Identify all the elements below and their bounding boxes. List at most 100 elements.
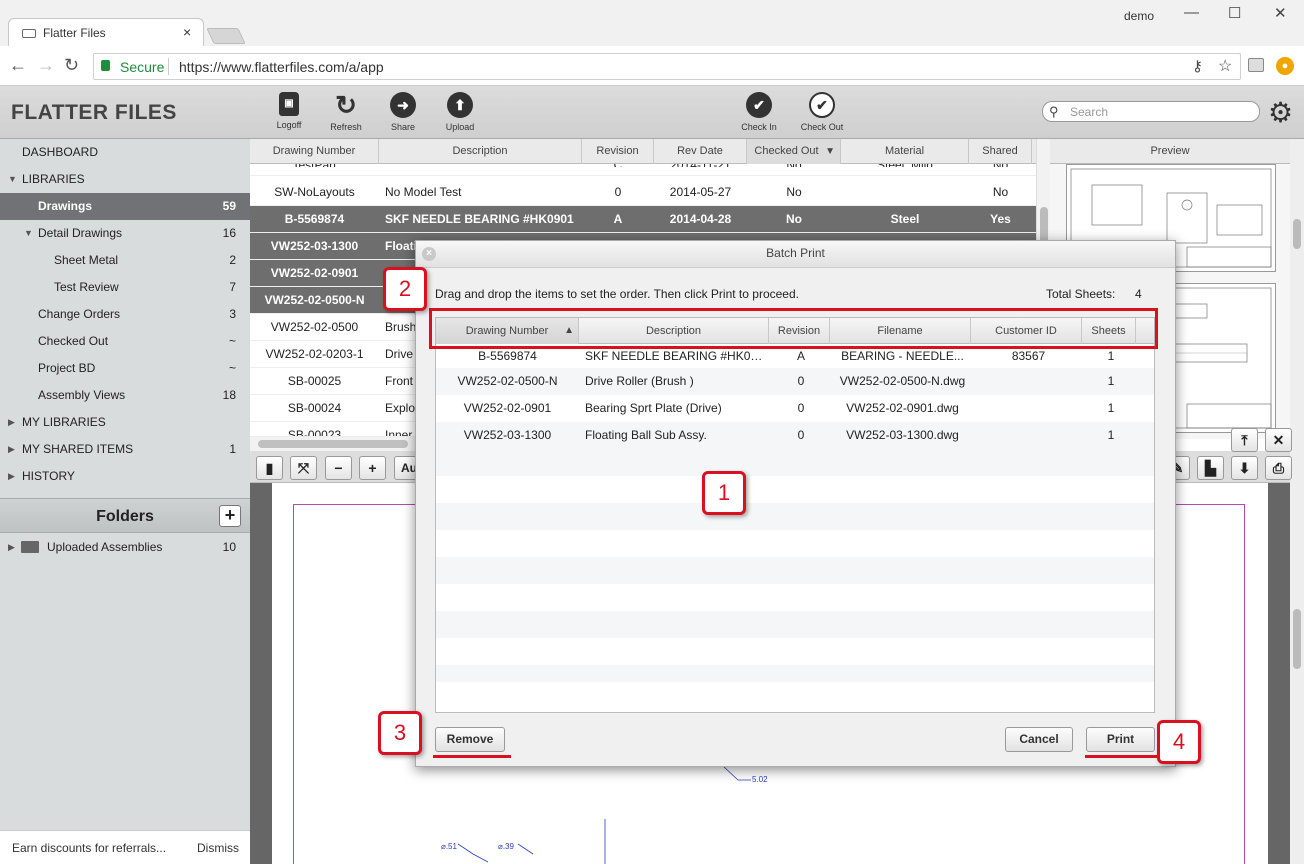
new-tab-button[interactable] <box>206 28 246 44</box>
dimension-label: ⌀.39 <box>498 842 514 851</box>
sidebar-item-libraries[interactable]: ▼ LIBRARIES <box>0 166 250 193</box>
maximize-icon[interactable]: ☐ <box>1228 4 1241 22</box>
url-text[interactable]: https://www.flatterfiles.com/a/app <box>179 59 384 75</box>
sidebar-item-drawings[interactable]: Drawings 59 <box>0 193 250 220</box>
collapse-top-button[interactable]: ⤒ <box>1231 428 1258 452</box>
scroll-thumb[interactable] <box>258 440 408 448</box>
column-header-revision[interactable]: Revision <box>582 139 654 164</box>
column-header-drawing-number[interactable]: Drawing Number <box>250 139 379 164</box>
cell-drawing-number: SB-00025 <box>287 374 342 388</box>
empty-row <box>436 449 1154 476</box>
cancel-button[interactable]: Cancel <box>1005 727 1073 752</box>
cell-drawing-number: VW252-03-1300 <box>463 428 552 442</box>
sidebar-item-detail-drawings[interactable]: ▼ Detail Drawings 16 <box>0 220 250 247</box>
sidebar-item-assembly-views[interactable]: Assembly Views 18 <box>0 382 250 409</box>
table-row[interactable]: SW-NoLayouts No Model Test 0 2014-05-27 No No <box>250 179 1036 206</box>
forward-icon[interactable]: → <box>37 55 55 76</box>
document-button[interactable]: ▙ <box>1197 456 1224 480</box>
extension-icon[interactable]: ● <box>1276 57 1294 75</box>
chevron-right-icon[interactable]: ▶ <box>8 463 15 490</box>
chevron-right-icon[interactable]: ▶ <box>8 409 15 436</box>
column-header-material[interactable]: Material <box>841 139 969 164</box>
sidebar-item-project-bd[interactable]: Project BD ~ <box>0 355 250 382</box>
sidebar-item-label: MY LIBRARIES <box>22 415 106 429</box>
scroll-thumb[interactable] <box>1293 609 1301 669</box>
sidebar-item-history[interactable]: ▶ HISTORY <box>0 463 250 490</box>
sidebar-item-label: DASHBOARD <box>22 145 99 159</box>
batch-row[interactable]: VW252-02-0500-N Drive Roller (Brush ) 0 VW2… <box>436 368 1154 395</box>
gear-icon[interactable]: ⚙ <box>1268 96 1293 129</box>
referral-link[interactable]: Earn discounts for referrals... <box>12 841 166 855</box>
column-header-shared[interactable]: Shared <box>969 139 1032 164</box>
dimension-label: 5.02 <box>752 775 768 784</box>
close-viewer-button[interactable]: ✕ <box>1265 428 1292 452</box>
chevron-down-icon[interactable]: ▼ <box>24 220 33 247</box>
close-icon[interactable]: × <box>422 247 436 261</box>
preview-scrollbar[interactable] <box>1290 139 1304 864</box>
address-bar[interactable]: Secure https://www.flatterfiles.com/a/ap… <box>93 53 1241 80</box>
download-button[interactable]: ⬇ <box>1231 456 1258 480</box>
check-out-button[interactable]: ✔ Check Out <box>792 92 852 132</box>
app-logo: FLATTER FILES <box>11 101 177 124</box>
search-input[interactable]: ⚲ Search <box>1042 101 1260 122</box>
upload-button[interactable]: ⬆ Upload <box>430 92 490 132</box>
star-icon[interactable]: ☆ <box>1218 56 1232 76</box>
sidebar-item-test-review[interactable]: Test Review 7 <box>0 274 250 301</box>
cell-revision: A <box>613 212 623 226</box>
column-header-description[interactable]: Description <box>379 139 582 164</box>
chevron-right-icon[interactable]: ▶ <box>8 436 15 463</box>
browser-tab[interactable]: Flatter Files × <box>8 18 204 47</box>
sidebar-item-checked-out[interactable]: Checked Out ~ <box>0 328 250 355</box>
dismiss-link[interactable]: Dismiss <box>197 841 239 855</box>
chevron-right-icon[interactable]: ▶ <box>8 534 15 561</box>
cell-sheets: 1 <box>1107 401 1115 415</box>
folder-item-count: 10 <box>222 540 236 554</box>
batch-row[interactable]: VW252-03-1300 Floating Ball Sub Assy. 0 VW2… <box>436 422 1154 449</box>
table-row[interactable]: B-5569874 SKF NEEDLE BEARING #HK0901 A 2014… <box>250 206 1036 233</box>
cell-description: SKF NEEDLE BEARING #HK0901 <box>385 212 574 226</box>
sidebar-item-my-libraries[interactable]: ▶ MY LIBRARIES <box>0 409 250 436</box>
remove-button[interactable]: Remove <box>435 727 505 752</box>
page-favicon-icon <box>22 29 36 38</box>
close-window-icon[interactable]: ✕ <box>1274 4 1287 22</box>
filter-icon[interactable]: ▼ <box>825 139 835 164</box>
share-button[interactable]: ➜ Share <box>373 92 433 132</box>
sidebar-item-dashboard[interactable]: DASHBOARD <box>0 139 250 166</box>
secure-label: Secure <box>120 59 165 75</box>
batch-row[interactable]: VW252-02-0901 Bearing Sprt Plate (Drive) 0… <box>436 395 1154 422</box>
refresh-button[interactable]: ↻ Refresh <box>316 92 376 132</box>
profile-name[interactable]: demo <box>1124 9 1154 23</box>
print-button[interactable]: Print <box>1086 727 1155 752</box>
check-in-button[interactable]: ✔ Check In <box>729 92 789 132</box>
column-header-rev-date[interactable]: Rev Date <box>654 139 747 164</box>
fit-screen-button[interactable]: ⤧ <box>290 456 317 480</box>
logoff-button[interactable]: ▣ Logoff <box>259 92 319 130</box>
chevron-down-icon[interactable]: ▼ <box>8 166 17 193</box>
sidebar-item-count: 18 <box>222 388 236 402</box>
table-row[interactable]: TestPartC2014-11-21NoSteel, MildNo <box>250 164 1036 176</box>
print-icon-button[interactable]: ⎙ <box>1265 456 1292 480</box>
key-icon[interactable]: ⚷ <box>1192 57 1203 75</box>
minus-icon: − <box>334 460 343 476</box>
scroll-thumb[interactable] <box>1293 219 1301 249</box>
zoom-in-button[interactable]: + <box>359 456 386 480</box>
minimize-icon[interactable]: — <box>1184 4 1199 21</box>
tab-close-icon[interactable]: × <box>183 24 191 40</box>
cell-material: Steel, Mild <box>841 164 969 167</box>
sidebar-item-change-orders[interactable]: Change Orders 3 <box>0 301 250 328</box>
sidebar-item-my-shared-items[interactable]: ▶ MY SHARED ITEMS 1 <box>0 436 250 463</box>
sidebar-item-count: 7 <box>229 280 236 294</box>
column-header-checked-out[interactable]: Checked Out ▼ <box>747 139 841 164</box>
reload-icon[interactable]: ↻ <box>64 55 79 76</box>
sidebar-item-count: 16 <box>222 226 236 240</box>
extension-icon[interactable] <box>1248 58 1264 72</box>
zoom-out-button[interactable]: − <box>325 456 352 480</box>
back-icon[interactable]: ← <box>9 55 27 76</box>
total-sheets-label: Total Sheets: <box>1046 287 1116 301</box>
column-header-label: Checked Out <box>754 145 819 157</box>
add-folder-button[interactable]: + <box>219 505 241 527</box>
toggle-panel-button[interactable]: ▮ <box>256 456 283 480</box>
cell-rev-date: 2014-05-27 <box>669 185 732 199</box>
sidebar-item-sheet-metal[interactable]: Sheet Metal 2 <box>0 247 250 274</box>
callout-badge: 3 <box>378 711 422 755</box>
